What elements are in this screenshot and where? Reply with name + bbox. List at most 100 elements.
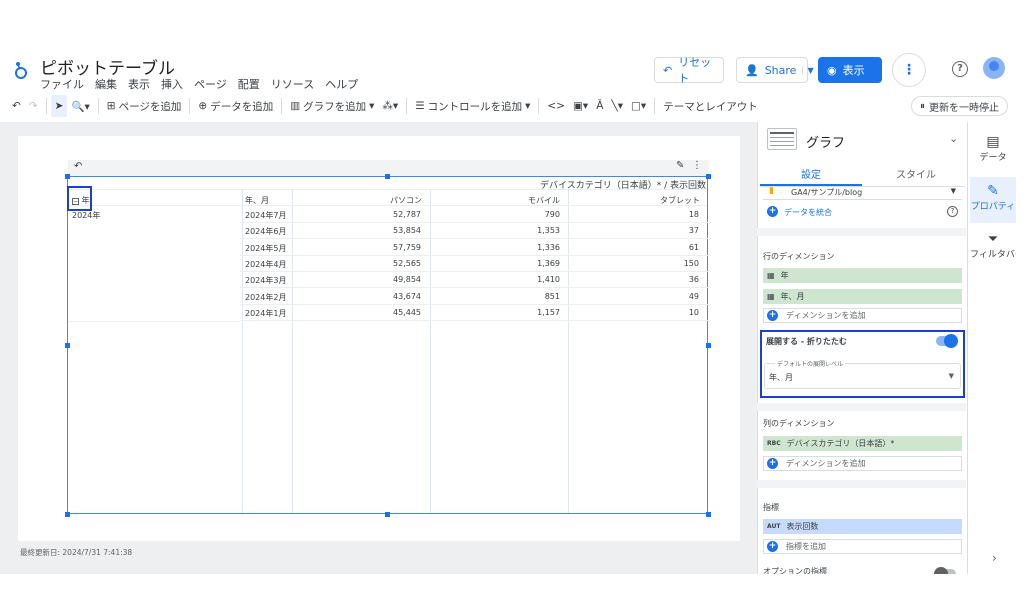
- resize-handle[interactable]: [65, 343, 70, 348]
- add-icon[interactable]: +: [767, 206, 778, 217]
- toolbar: ↶ ↷ ➤ 🔍▾ ⊞ ページを追加 ⊕ データを追加 ▥ グラフを追加 ▾ ⁂▾ …: [0, 94, 1024, 118]
- app-root: ピボットテーブル ファイル 編集 表示 挿入 ページ 配置 リソース ヘルプ ↶…: [0, 0, 1024, 614]
- theme-layout-button[interactable]: テーマとレイアウト: [659, 95, 762, 117]
- rail-item-properties[interactable]: ✎ プロパティ: [970, 177, 1016, 223]
- add-control-button[interactable]: ☰ コントロールを追加 ▾: [411, 95, 534, 117]
- row-divider: [68, 321, 240, 322]
- merge-data-link[interactable]: データを統合: [784, 207, 832, 218]
- metric-chip[interactable]: AUT 表示回数: [763, 519, 962, 534]
- default-expand-level-select[interactable]: デフォルトの展開レベル 年、月 ▼: [764, 359, 961, 389]
- data-source-label: GA4/サンプル/blog: [791, 188, 863, 197]
- resize-handle[interactable]: [706, 343, 711, 348]
- divider: [45, 98, 47, 114]
- chevron-down-icon[interactable]: ⌄: [949, 132, 958, 145]
- more-vert-icon[interactable]: ⋮: [892, 53, 926, 87]
- chevron-right-icon[interactable]: ›: [992, 551, 997, 565]
- pause-update-button[interactable]: ⏸ 更新を一時停止: [911, 96, 1008, 116]
- calendar-icon: ▦: [767, 292, 775, 301]
- row-dimension-chip[interactable]: ▦ 年: [763, 268, 962, 283]
- add-dimension-label: ディメンションを追加: [786, 459, 866, 468]
- pivot-table-chart[interactable]: [67, 176, 708, 514]
- menu-view[interactable]: 表示: [128, 76, 150, 92]
- rail-item-label: フィルタバー: [970, 250, 1016, 260]
- expand-collapse-toggle[interactable]: [936, 334, 958, 348]
- divider: [654, 98, 656, 114]
- add-chart-button[interactable]: ▥ グラフを追加 ▾: [286, 95, 378, 117]
- resize-handle[interactable]: [65, 174, 70, 179]
- reset-button[interactable]: ↶ リセット: [654, 56, 724, 85]
- dropdown-arrow-icon: ▼: [950, 187, 956, 195]
- section-divider: [757, 480, 966, 488]
- menu-edit[interactable]: 編集: [95, 76, 117, 92]
- row-divider: [240, 238, 708, 239]
- code-icon[interactable]: <>: [543, 95, 569, 117]
- rail-item-filter-bar[interactable]: ⏷ フィルタバー: [970, 232, 1016, 276]
- looker-studio-logo-icon[interactable]: [14, 60, 28, 80]
- undo-icon: ↶: [663, 63, 673, 77]
- col-header-tablet: タブレット: [660, 196, 700, 205]
- table-cell-month: 2024年3月: [245, 276, 287, 285]
- menu-file[interactable]: ファイル: [40, 76, 84, 92]
- resize-handle[interactable]: [385, 174, 390, 179]
- image-icon[interactable]: ▣▾: [569, 95, 592, 117]
- resize-handle[interactable]: [65, 512, 70, 517]
- resize-handle[interactable]: [706, 512, 711, 517]
- avatar[interactable]: [983, 57, 1005, 79]
- pause-icon: ⏸: [920, 100, 925, 112]
- pivot-table-thumbnail-icon[interactable]: [767, 128, 797, 150]
- undo-icon[interactable]: ↶: [74, 161, 82, 172]
- add-col-dimension-button[interactable]: + ディメンションを追加: [763, 456, 962, 471]
- share-label: Share: [764, 63, 797, 77]
- chevron-down-icon[interactable]: ▼: [802, 65, 814, 75]
- undo-icon[interactable]: ↶: [8, 95, 25, 117]
- col-dimension-chip[interactable]: RBC デバイスカテゴリ（日本語）*: [763, 436, 962, 451]
- calendar-icon: ▦: [767, 271, 775, 280]
- resize-handle[interactable]: [385, 512, 390, 517]
- add-icon: +: [767, 310, 778, 321]
- edit-pencil-icon[interactable]: ✎: [676, 160, 684, 171]
- rail-item-label: プロパティ: [970, 202, 1016, 212]
- rail-item-data[interactable]: ▤ データ: [970, 134, 1016, 174]
- add-data-button[interactable]: ⊕ データを追加: [194, 95, 277, 117]
- resize-handle[interactable]: [706, 174, 711, 179]
- row-dimension-chip[interactable]: ▦ 年、月: [763, 289, 962, 304]
- row-dim2-header: 年、月: [245, 196, 269, 205]
- community-viz-icon[interactable]: ⁂▾: [378, 95, 402, 117]
- shape-icon[interactable]: □▾: [627, 95, 650, 117]
- control-icon: ☰: [415, 100, 425, 112]
- add-page-label: ページを追加: [118, 100, 182, 113]
- eye-icon: ◉: [827, 63, 837, 77]
- add-row-dimension-button[interactable]: + ディメンションを追加: [763, 308, 962, 323]
- more-vert-icon[interactable]: ⋮: [692, 160, 702, 171]
- redo-icon[interactable]: ↷: [25, 95, 42, 117]
- tab-setup[interactable]: 設定: [801, 166, 821, 181]
- row-divider: [240, 287, 708, 288]
- data-source-select[interactable]: ▮ GA4/サンプル/blog ▼: [763, 186, 962, 200]
- share-button[interactable]: 👤 Share ▼: [736, 57, 814, 83]
- section-divider: [757, 403, 966, 411]
- pencil-icon: ✎: [987, 183, 999, 199]
- menu-resource[interactable]: リソース: [271, 76, 314, 92]
- zoom-icon[interactable]: 🔍▾: [67, 95, 93, 117]
- menu-arrange[interactable]: 配置: [238, 76, 260, 92]
- divider: [97, 98, 99, 114]
- view-button[interactable]: ◉ 表示: [818, 57, 882, 83]
- bottom-area: [0, 574, 1024, 614]
- add-page-button[interactable]: ⊞ ページを追加: [103, 95, 186, 117]
- text-icon[interactable]: Ā: [592, 95, 607, 117]
- add-metric-label: 指標を追加: [786, 542, 826, 551]
- line-icon[interactable]: ╲▾: [607, 95, 627, 117]
- row-divider: [240, 271, 708, 272]
- add-control-label: コントロールを追加: [427, 100, 523, 113]
- help-icon[interactable]: ?: [947, 206, 958, 217]
- tab-style[interactable]: スタイル: [896, 166, 936, 181]
- menu-insert[interactable]: 挿入: [161, 76, 183, 92]
- select-cursor-icon[interactable]: ➤: [50, 95, 68, 117]
- metric-label: 表示回数: [786, 522, 819, 531]
- menu-page[interactable]: ページ: [194, 76, 227, 92]
- help-icon[interactable]: ?: [952, 61, 968, 77]
- last-updated-text: 最終更新日: 2024/7/31 7:41:38: [20, 548, 133, 557]
- table-cell-month: 2024年5月: [245, 244, 287, 253]
- add-metric-button[interactable]: + 指標を追加: [763, 539, 962, 554]
- menu-help[interactable]: ヘルプ: [325, 76, 358, 92]
